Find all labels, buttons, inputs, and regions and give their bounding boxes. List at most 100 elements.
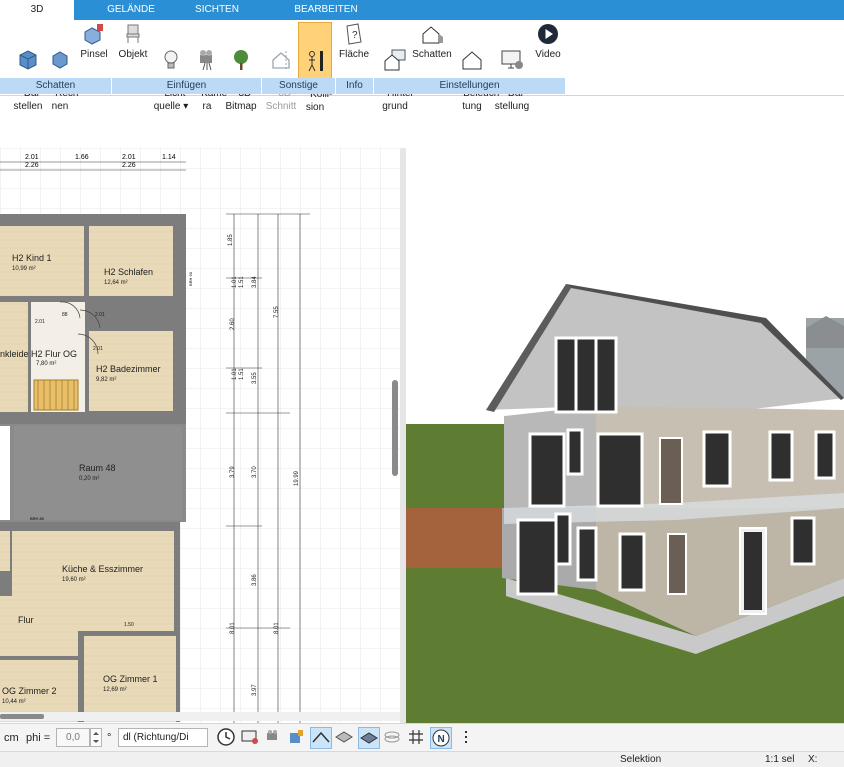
paint-tool[interactable] <box>286 727 308 749</box>
phi-input[interactable]: 0,0 <box>56 728 90 747</box>
direction-select[interactable]: dl (Richtung/Di <box>118 728 208 747</box>
hintergrund-button[interactable]: Hinter- grund <box>376 22 417 112</box>
door-label: 2.01 <box>35 319 45 325</box>
floor-plan-view[interactable]: 2.01 2.26 1.66 2.01 2.26 1.14 1.85 1.01 … <box>0 148 400 723</box>
schatten-settings-button[interactable]: Schatten <box>412 22 452 80</box>
texture-icon <box>335 731 353 743</box>
tab-3d[interactable]: 3D <box>0 0 74 20</box>
roof-view-icon <box>312 731 330 743</box>
kollision-button[interactable]: Kolli- sion <box>298 22 332 113</box>
house-shadow-icon <box>422 26 443 44</box>
dim-label: 2.26 <box>122 162 136 169</box>
tree-icon <box>234 50 248 70</box>
clock-tool[interactable] <box>216 727 238 749</box>
floor-plan-canvas[interactable]: 2.01 2.26 1.66 2.01 2.26 1.14 1.85 1.01 … <box>0 148 400 723</box>
view-mode-tool[interactable] <box>310 727 332 749</box>
3d-house-render[interactable] <box>406 148 844 723</box>
room-name: OG Zimmer 2 <box>2 686 57 696</box>
vdim-label: 1.51 <box>239 368 245 380</box>
plan-horizontal-scrollbar[interactable] <box>0 712 400 721</box>
door-label: 88 <box>62 312 68 318</box>
status-mode: Selektion <box>620 754 662 765</box>
lichtquelle-button[interactable]: Licht- quelle ▾ <box>152 22 190 112</box>
dim-label: 2.01 <box>122 154 136 161</box>
vdim-label: 3.70 <box>252 466 258 478</box>
vdim-label: 3.79 <box>230 466 236 478</box>
vdim-label: 2.60 <box>230 318 236 330</box>
cube-calc-icon <box>52 51 68 69</box>
chair-icon <box>126 24 140 43</box>
north-tool[interactable]: N <box>430 727 452 749</box>
room-name: nkleide H2 Flur OG <box>0 349 77 359</box>
house-light-icon <box>462 51 482 70</box>
spinner-arrows-icon <box>93 732 99 743</box>
surface-tool[interactable] <box>358 727 380 749</box>
monitor-tool[interactable] <box>240 727 262 749</box>
svg-text:N: N <box>438 734 445 745</box>
bottom-toolbar: cm phi = 0,0 ° dl (Richtung/Di N <box>0 723 844 751</box>
group-schatten: Schatten <box>0 78 112 94</box>
dim-label: 2.01 <box>25 154 39 161</box>
monitor-icon <box>241 730 258 744</box>
room-area: 9,82 m² <box>96 377 116 383</box>
tab-bearbeiten[interactable]: BEARBEITEN <box>288 0 364 20</box>
video-button[interactable]: Video <box>532 22 564 80</box>
room-name: H2 Badezimmer <box>96 364 161 374</box>
layers-tool[interactable] <box>382 727 404 749</box>
room-name: Raum 48 <box>79 463 116 473</box>
bitmap-button[interactable]: 3D- Bitmap <box>224 22 258 112</box>
vdim-label: 3.84 <box>252 276 258 288</box>
camera-icon <box>200 50 212 71</box>
room-name: Küche & Esszimmer <box>62 564 143 574</box>
darstellung-button[interactable]: Dar- stellung <box>494 22 530 112</box>
rechnen-button[interactable]: Rech- nen <box>44 22 82 112</box>
degree-symbol: ° <box>107 732 112 744</box>
door-label: 2.01 <box>93 346 103 352</box>
group-einfuegen: Einfügen <box>112 78 262 94</box>
vdim-label: 1.01 <box>232 368 238 380</box>
room-name: H2 Kind 1 <box>12 253 52 263</box>
objekt-button[interactable]: Objekt <box>116 22 150 80</box>
texture-tool[interactable] <box>334 727 356 749</box>
3d-view[interactable] <box>406 148 844 723</box>
monitor-settings-icon <box>501 50 523 69</box>
door-label: 1.50 <box>124 622 134 628</box>
phi-spinner[interactable] <box>90 728 102 747</box>
vdim-label: 7.55 <box>274 306 280 318</box>
beleuchtung-button[interactable]: Beleuch- tung <box>452 22 503 112</box>
door-label: 2.01 <box>95 312 105 318</box>
room-area: 12,69 m² <box>103 687 127 693</box>
kamera-button[interactable]: Kame- ra <box>190 22 231 112</box>
svg-text:?: ? <box>352 30 358 41</box>
flaeche-button[interactable]: ? Fläche <box>336 22 372 80</box>
dim-label: 1.14 <box>162 154 176 161</box>
paint-cube-icon <box>84 24 103 45</box>
pinsel-button[interactable]: Pinsel <box>78 22 110 80</box>
room-area: 10,99 m² <box>12 266 36 272</box>
vdim-label: 8.01 <box>230 622 236 634</box>
clock-icon <box>217 728 235 746</box>
tab-sichten[interactable]: SICHTEN <box>182 0 252 20</box>
layers-icon <box>384 731 400 743</box>
more-options-tool[interactable] <box>456 727 478 749</box>
dim-label: 1.66 <box>75 154 89 161</box>
play-video-icon <box>538 24 558 44</box>
dim-label: 2.26 <box>25 162 39 169</box>
camera-tool[interactable] <box>264 727 286 749</box>
room-area: 10,44 m² <box>2 699 26 705</box>
room-name: Flur <box>18 615 34 625</box>
pinsel-label: Pinsel <box>80 49 108 60</box>
vdim-label: 3.86 <box>252 574 258 586</box>
unit-label: cm <box>4 732 19 744</box>
schnitt-button[interactable]: 3D- Schnitt <box>264 22 298 112</box>
grid-tool[interactable] <box>406 727 428 749</box>
area-info-icon: ? <box>346 23 362 45</box>
plan-vertical-scrollbar[interactable] <box>392 380 398 476</box>
more-vertical-icon <box>465 731 467 743</box>
tab-gelaende[interactable]: GELÄNDE <box>96 0 166 20</box>
flaeche-label: Fläche <box>338 49 369 60</box>
scroll-thumb[interactable] <box>0 714 44 719</box>
status-x: X: <box>808 754 818 765</box>
vdim-label: 3.97 <box>252 684 258 696</box>
group-einstellungen: Einstellungen <box>374 78 566 94</box>
